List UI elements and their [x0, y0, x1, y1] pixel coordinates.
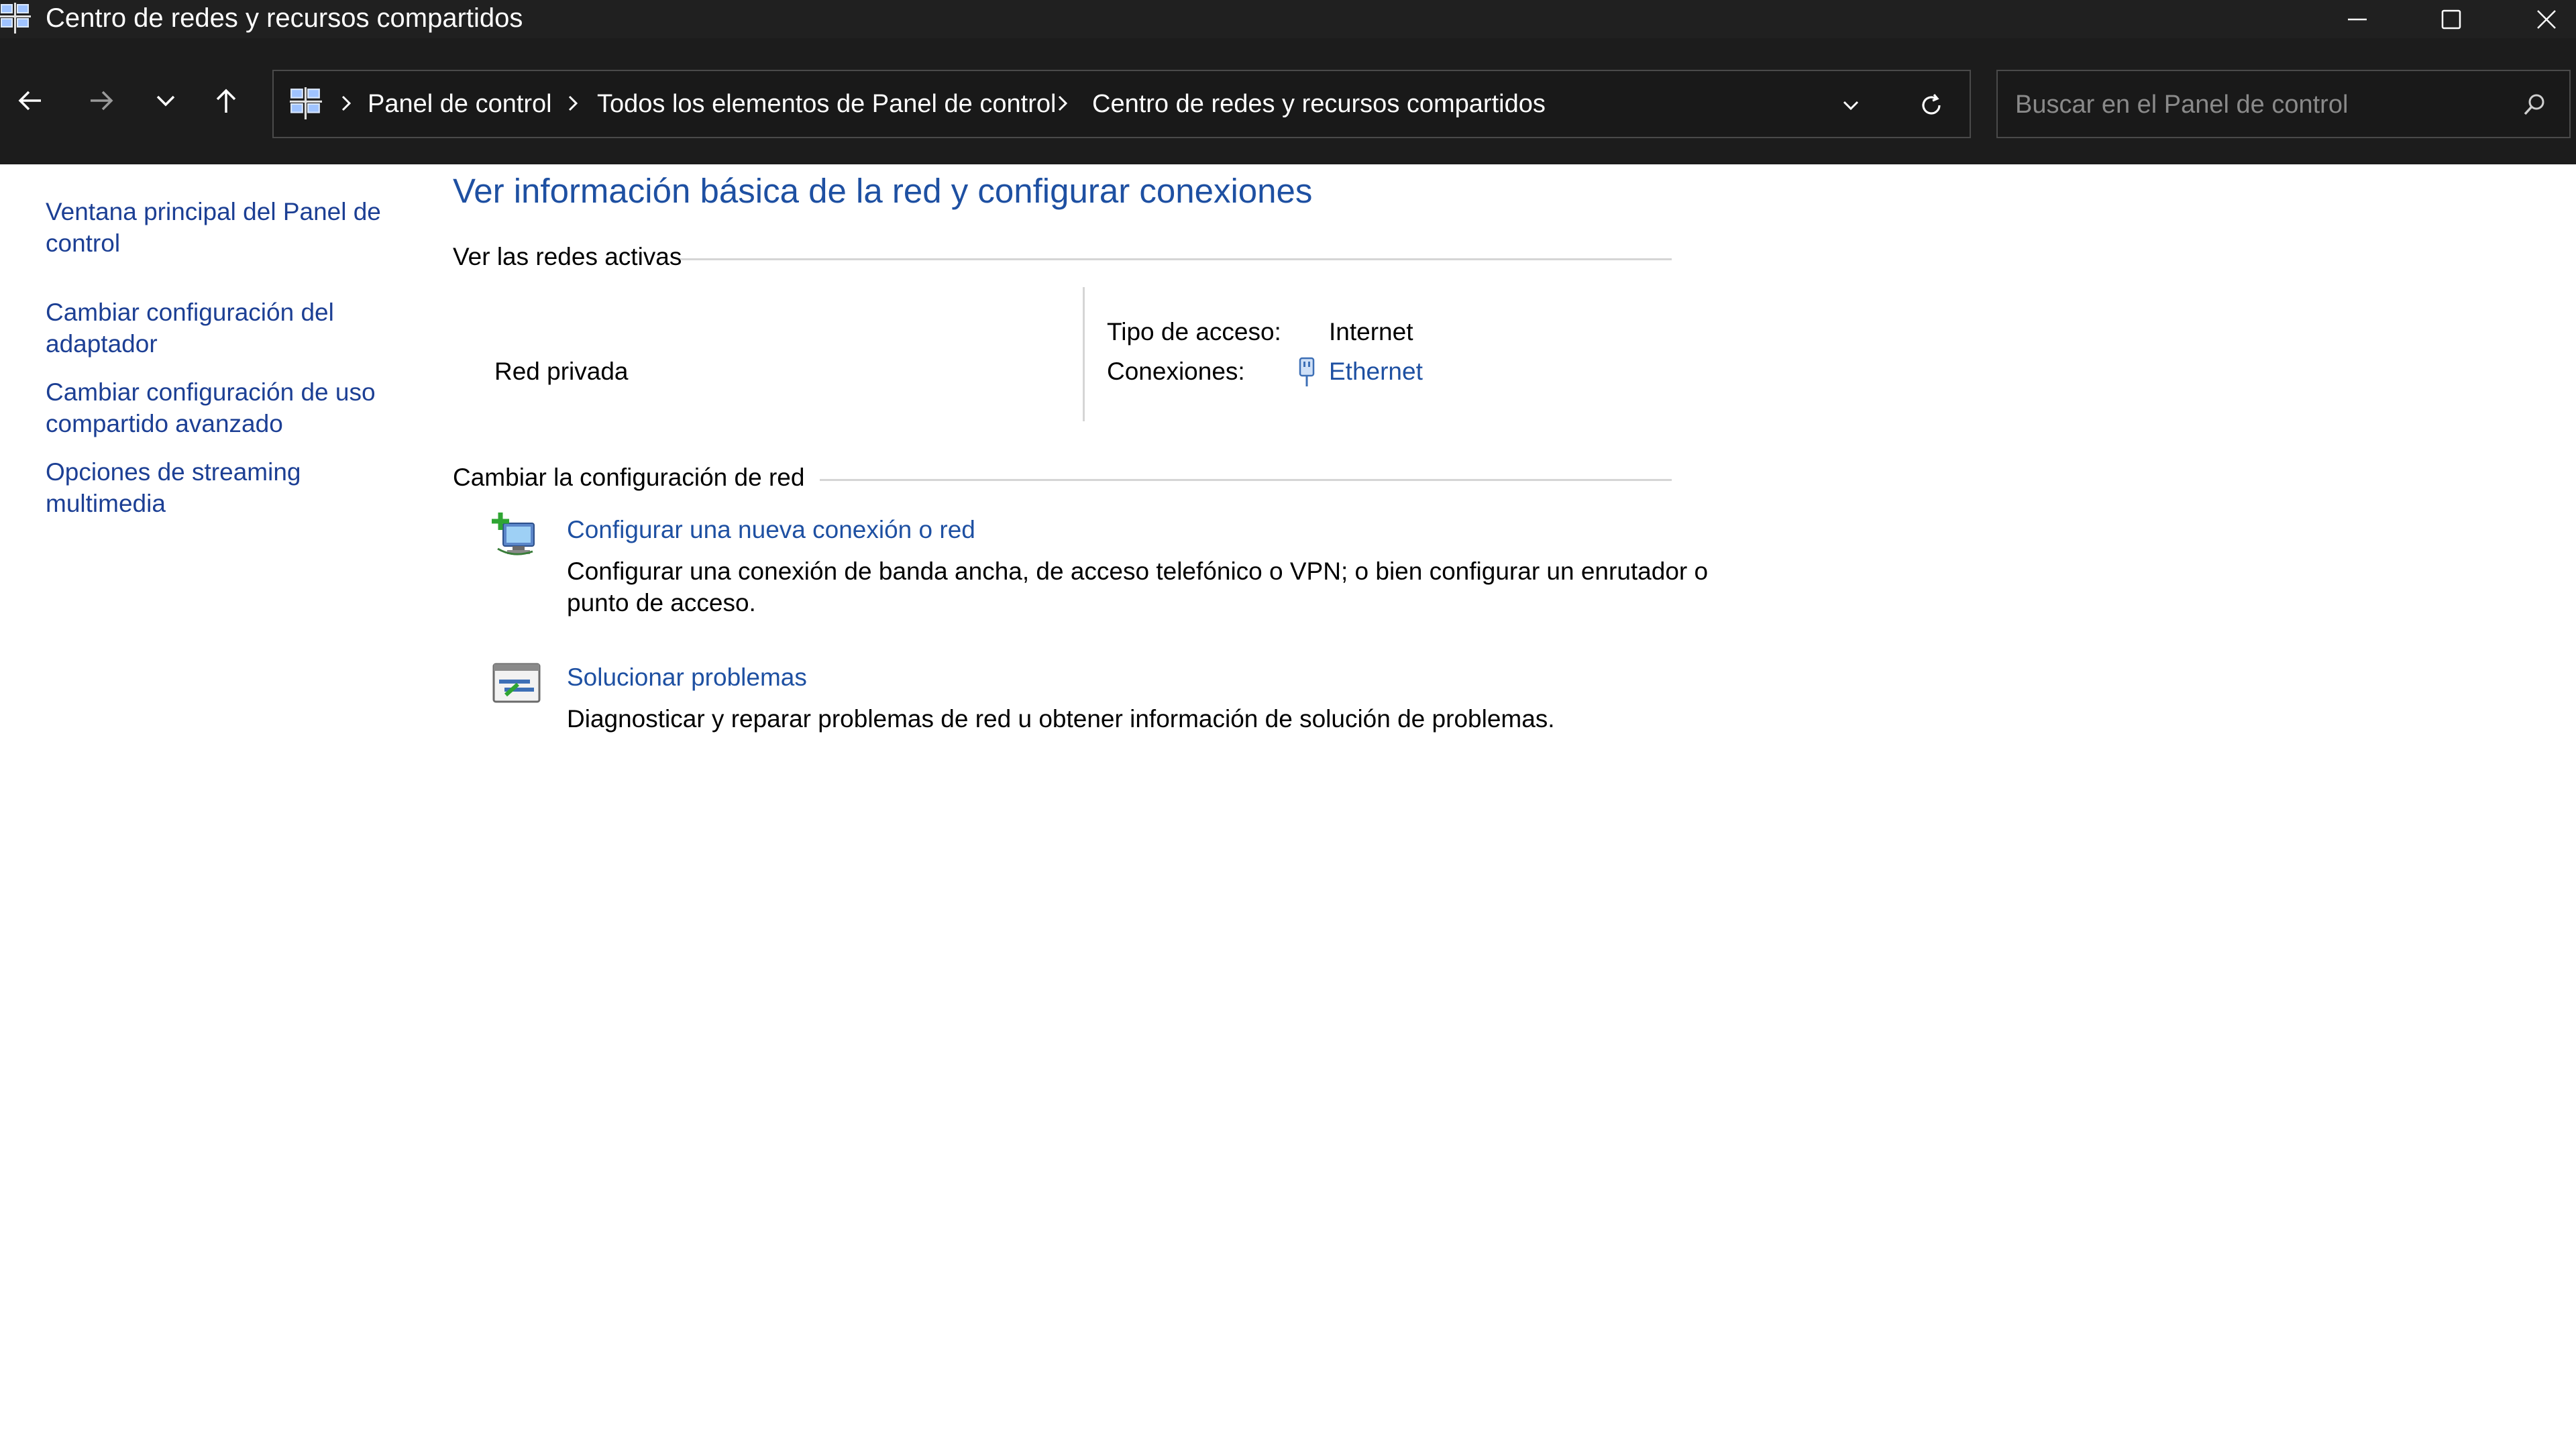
- refresh-button[interactable]: [1913, 87, 1949, 123]
- chevron-down-icon: [1843, 101, 1859, 111]
- window-title: Centro de redes y recursos compartidos: [46, 3, 523, 33]
- search-button[interactable]: [2517, 87, 2552, 122]
- refresh-icon: [1922, 93, 1941, 115]
- minimize-icon: [2348, 18, 2367, 20]
- chevron-right-icon: [568, 95, 578, 111]
- new-connection-icon: [492, 513, 535, 555]
- control-panel-icon: [290, 87, 322, 119]
- troubleshoot-link[interactable]: Solucionar problemas: [567, 661, 807, 694]
- back-button[interactable]: [0, 70, 60, 131]
- section-divider: [820, 479, 1672, 481]
- search-input[interactable]: [2014, 85, 2500, 125]
- close-icon: [2537, 9, 2556, 29]
- breadcrumb-todos-los-elementos[interactable]: Todos los elementos de Panel de control: [597, 87, 1056, 121]
- page-title: Ver información básica de la red y confi…: [453, 172, 1313, 210]
- new-connection-description: Configurar una conexión de banda ancha, …: [567, 557, 1709, 616]
- forward-arrow-icon: [91, 91, 113, 111]
- sidebar-item-adaptador[interactable]: Cambiar configuración del adaptador: [46, 297, 408, 360]
- vertical-divider: [1083, 287, 1085, 421]
- ethernet-connection-link[interactable]: Ethernet: [1329, 356, 1423, 388]
- new-connection-link[interactable]: Configurar una nueva conexión o red: [567, 514, 975, 546]
- change-settings-heading: Cambiar la configuración de red: [453, 464, 805, 491]
- search-icon: [2524, 94, 2544, 115]
- sidebar-item-uso-compartido[interactable]: Cambiar configuración de uso compartido …: [46, 376, 408, 439]
- forward-button[interactable]: [71, 70, 131, 131]
- close-button[interactable]: [2500, 0, 2576, 38]
- troubleshoot-description: Diagnosticar y reparar problemas de red …: [567, 705, 1555, 733]
- breadcrumb-centro-de-redes[interactable]: Centro de redes y recursos compartidos: [1092, 87, 1546, 121]
- recent-locations-button[interactable]: [136, 70, 196, 131]
- ethernet-icon: [1299, 357, 1315, 386]
- access-type-value: Internet: [1329, 318, 1413, 345]
- connections-label: Conexiones:: [1107, 358, 1245, 385]
- up-button[interactable]: [196, 70, 256, 131]
- maximize-icon: [2441, 9, 2461, 29]
- troubleshoot-icon: [492, 663, 541, 703]
- active-networks-heading: Ver las redes activas: [453, 243, 682, 270]
- title-bar: Centro de redes y recursos compartidos: [0, 0, 2576, 38]
- address-dropdown-button[interactable]: [1833, 87, 1869, 123]
- network-center-icon: [0, 3, 31, 34]
- chevron-right-icon: [1058, 95, 1068, 111]
- maximize-button[interactable]: [2404, 0, 2498, 38]
- address-bar[interactable]: Panel de control Todos los elementos de …: [272, 70, 1971, 138]
- network-name: Red privada: [494, 358, 629, 385]
- access-type-label: Tipo de acceso:: [1107, 318, 1281, 345]
- back-arrow-icon: [18, 91, 41, 111]
- sidebar-item-streaming[interactable]: Opciones de streaming multimedia: [46, 456, 408, 519]
- chevron-right-icon: [341, 95, 352, 111]
- up-arrow-icon: [216, 89, 236, 113]
- sidebar-item-panel-principal[interactable]: Ventana principal del Panel de control: [46, 196, 408, 259]
- breadcrumb-panel-de-control[interactable]: Panel de control: [368, 87, 552, 121]
- minimize-button[interactable]: [2310, 0, 2404, 38]
- section-divider: [680, 258, 1672, 260]
- search-box: [1996, 70, 2571, 138]
- navigation-bar: Panel de control Todos los elementos de …: [0, 38, 2576, 164]
- chevron-down-icon: [156, 95, 175, 107]
